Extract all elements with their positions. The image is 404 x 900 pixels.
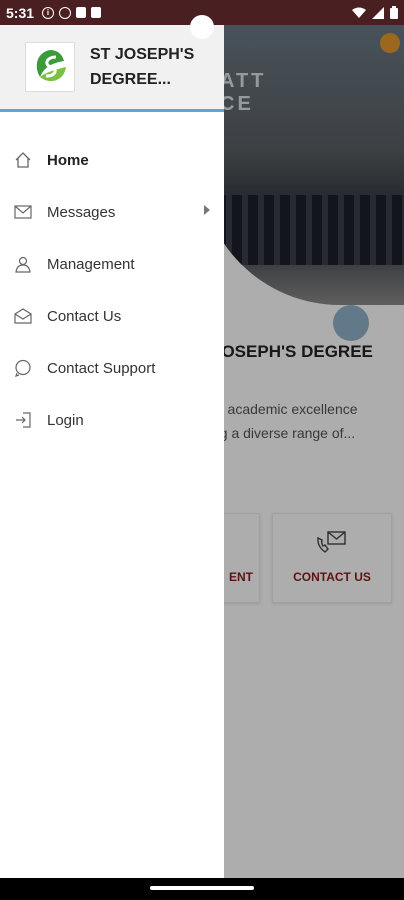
menu-item-management[interactable]: Management	[0, 238, 224, 290]
notification-icon	[76, 7, 87, 18]
management-icon	[13, 254, 33, 274]
battery-icon	[390, 6, 398, 19]
status-time: 5:31	[6, 4, 35, 21]
drawer-header: ST JOSEPH'S DEGREE...	[0, 25, 224, 112]
contact-mail-icon	[13, 306, 33, 326]
home-icon	[13, 150, 33, 170]
menu-item-messages[interactable]: Messages	[0, 186, 224, 238]
mail-icon	[13, 202, 33, 222]
signal-icon	[372, 6, 384, 19]
org-name: ST JOSEPH'S DEGREE...	[90, 46, 195, 88]
info-icon: i	[42, 6, 55, 19]
system-nav-bar	[0, 878, 404, 900]
menu-item-home[interactable]: Home	[0, 134, 224, 186]
menu-item-contact-us[interactable]: Contact Us	[0, 290, 224, 342]
submenu-arrow-icon	[204, 205, 210, 215]
menu-item-label: Home	[47, 151, 89, 169]
menu-item-contact-support[interactable]: Contact Support	[0, 342, 224, 394]
menu-item-login[interactable]: Login	[0, 394, 224, 446]
leaf-logo-icon	[36, 50, 66, 82]
sd-card-icon	[91, 7, 102, 18]
whatsapp-icon	[13, 358, 33, 378]
menu-item-label: Contact Support	[47, 359, 156, 377]
menu-item-label: Management	[47, 255, 135, 273]
home-gesture-bar[interactable]	[150, 886, 254, 890]
drawer-menu: Home Messages Management Contact Us Cont…	[0, 134, 224, 446]
wifi-icon	[352, 7, 366, 18]
login-icon	[13, 410, 33, 430]
shield-icon	[59, 6, 72, 19]
menu-item-label: Login	[47, 411, 84, 429]
drawer-drag-handle[interactable]	[190, 15, 214, 39]
drawer-scrim[interactable]	[224, 25, 404, 878]
menu-item-label: Contact Us	[47, 307, 122, 325]
app-screen: 5:31 i ATT CE JOSEPH'S DEGREE )! rs acad…	[0, 0, 404, 900]
navigation-drawer: ST JOSEPH'S DEGREE... Home Messages Mana…	[0, 25, 224, 878]
college-logo	[25, 42, 75, 92]
menu-item-label: Messages	[47, 203, 116, 221]
